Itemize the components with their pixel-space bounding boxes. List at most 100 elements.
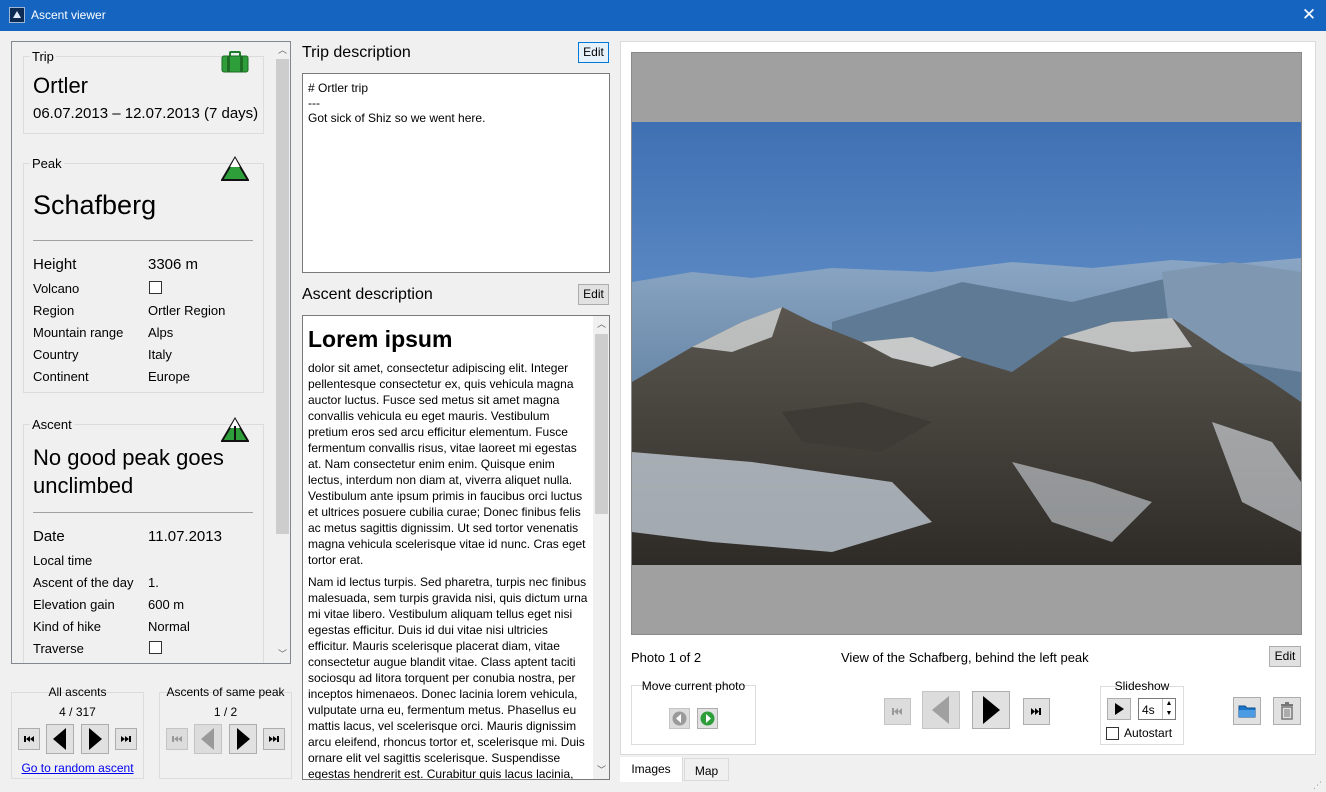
photo-first-button[interactable] bbox=[884, 698, 911, 725]
mountain-photo bbox=[632, 122, 1301, 565]
skip-first-icon bbox=[172, 736, 182, 742]
ascent-title-line2: unclimbed bbox=[33, 473, 134, 498]
photo-caption-edit-button[interactable]: Edit bbox=[1269, 646, 1301, 667]
photo-last-button[interactable] bbox=[1023, 698, 1050, 725]
scroll-down-icon[interactable]: ﹀ bbox=[274, 646, 290, 663]
prev-icon bbox=[932, 696, 949, 724]
traverse-label: Traverse bbox=[33, 641, 84, 656]
all-ascents-label: All ascents bbox=[48, 685, 107, 699]
continent-label: Continent bbox=[33, 369, 89, 384]
ascent-description-para2: Nam id lectus turpis. Sed pharetra, turp… bbox=[308, 575, 588, 780]
height-label: Height bbox=[33, 256, 77, 273]
ascentofday-label: Ascent of the day bbox=[33, 575, 134, 590]
trash-icon bbox=[1281, 702, 1293, 720]
slideshow-interval-input[interactable]: 4s ▲ ▼ bbox=[1138, 698, 1176, 720]
same-next-button[interactable] bbox=[229, 724, 257, 754]
ascent-description-scrollbar[interactable]: ︿ ﹀ bbox=[593, 316, 609, 779]
prev-icon bbox=[53, 728, 66, 750]
same-prev-button[interactable] bbox=[194, 724, 222, 754]
skip-last-icon bbox=[269, 736, 279, 742]
photo-next-button[interactable] bbox=[972, 691, 1010, 729]
continent-value: Europe bbox=[148, 369, 190, 384]
photo-prev-button[interactable] bbox=[922, 691, 960, 729]
date-value: 11.07.2013 bbox=[148, 528, 222, 545]
same-peak-label: Ascents of same peak bbox=[166, 685, 285, 699]
ascent-description-edit-button[interactable]: Edit bbox=[578, 284, 609, 305]
photo-viewer[interactable] bbox=[631, 52, 1302, 635]
title-bar: Ascent viewer ✕ bbox=[0, 0, 1326, 31]
resize-grip-icon[interactable]: ⋰ bbox=[1313, 779, 1325, 791]
tab-images[interactable]: Images bbox=[620, 757, 683, 782]
region-value: Ortler Region bbox=[148, 303, 226, 318]
date-label: Date bbox=[33, 528, 65, 545]
trip-description-line1: # Ortler trip bbox=[308, 81, 369, 95]
same-first-button[interactable] bbox=[166, 728, 188, 750]
country-label: Country bbox=[33, 347, 79, 362]
trip-description-text[interactable]: # Ortler trip --- Got sick of Shiz so we… bbox=[302, 73, 610, 273]
trip-description-edit-button[interactable]: Edit bbox=[578, 42, 609, 63]
spin-down-icon[interactable]: ▼ bbox=[1162, 709, 1175, 719]
ascent-separator bbox=[33, 512, 253, 513]
move-right-button[interactable] bbox=[697, 708, 718, 729]
kind-label: Kind of hike bbox=[33, 619, 101, 634]
skip-last-icon bbox=[1031, 708, 1041, 715]
ascent-description-title: Ascent description bbox=[302, 286, 433, 303]
next-icon bbox=[983, 696, 1000, 724]
trip-description-title: Trip description bbox=[302, 44, 411, 61]
autostart-label: Autostart bbox=[1124, 726, 1173, 740]
peak-name: Schafberg bbox=[33, 190, 157, 220]
skip-last-icon bbox=[121, 736, 131, 742]
volcano-label: Volcano bbox=[33, 281, 80, 296]
range-value: Alps bbox=[148, 325, 174, 340]
volcano-checkbox bbox=[149, 281, 162, 294]
delete-photo-button[interactable] bbox=[1273, 697, 1301, 725]
slideshow-label: Slideshow bbox=[1114, 679, 1170, 693]
photo-caption: View of the Schafberg, behind the left p… bbox=[841, 650, 1089, 665]
trip-name: Ortler bbox=[33, 73, 88, 98]
slideshow-interval-value: 4s bbox=[1142, 703, 1155, 717]
close-icon[interactable]: ✕ bbox=[1296, 4, 1322, 26]
ascent-description-heading: Lorem ipsum bbox=[308, 326, 453, 352]
traverse-checkbox bbox=[149, 641, 162, 654]
slideshow-play-button[interactable] bbox=[1107, 698, 1131, 720]
tab-map[interactable]: Map bbox=[684, 758, 729, 781]
ascentofday-value: 1. bbox=[148, 575, 159, 590]
trip-dates: 06.07.2013 – 12.07.2013 (7 days) bbox=[33, 105, 259, 122]
flag-mountain-icon bbox=[221, 417, 249, 442]
move-photo-box bbox=[631, 685, 756, 745]
all-next-button[interactable] bbox=[81, 724, 109, 754]
range-label: Mountain range bbox=[33, 325, 124, 340]
folder-icon bbox=[1238, 705, 1256, 718]
prev-icon bbox=[201, 728, 214, 750]
scroll-down-icon[interactable]: ﹀ bbox=[593, 762, 609, 779]
suitcase-icon bbox=[221, 51, 249, 73]
country-value: Italy bbox=[148, 347, 172, 362]
window-title: Ascent viewer bbox=[31, 8, 106, 22]
peak-group-label: Peak bbox=[30, 156, 64, 171]
ascent-description-scroll-thumb[interactable] bbox=[595, 334, 608, 514]
all-prev-button[interactable] bbox=[46, 724, 74, 754]
same-last-button[interactable] bbox=[263, 728, 285, 750]
move-left-button[interactable] bbox=[669, 708, 690, 729]
scroll-up-icon[interactable]: ︿ bbox=[274, 42, 290, 59]
ascent-description-content: Lorem ipsum dolor sit amet, consectetur … bbox=[308, 324, 590, 780]
autostart-checkbox[interactable] bbox=[1106, 727, 1119, 740]
random-ascent-link[interactable]: Go to random ascent bbox=[11, 761, 144, 775]
trip-description-line2: --- bbox=[308, 96, 320, 110]
arrow-left-icon bbox=[672, 711, 687, 726]
arrow-right-icon bbox=[700, 711, 715, 726]
spin-up-icon[interactable]: ▲ bbox=[1162, 699, 1175, 709]
all-first-button[interactable] bbox=[18, 728, 40, 750]
mountain-icon bbox=[221, 156, 249, 181]
gain-value: 600 m bbox=[148, 597, 185, 612]
move-photo-label: Move current photo bbox=[641, 679, 746, 693]
info-scroll-thumb[interactable] bbox=[276, 59, 289, 534]
ascent-group-label: Ascent bbox=[30, 417, 74, 432]
next-icon bbox=[237, 728, 250, 750]
all-last-button[interactable] bbox=[115, 728, 137, 750]
ascent-description-text[interactable]: Lorem ipsum dolor sit amet, consectetur … bbox=[302, 315, 610, 780]
info-scrollbar[interactable]: ︿ ﹀ bbox=[274, 42, 290, 663]
open-folder-button[interactable] bbox=[1233, 697, 1261, 725]
scroll-up-icon[interactable]: ︿ bbox=[593, 316, 609, 333]
height-value: 3306 m bbox=[148, 256, 199, 273]
